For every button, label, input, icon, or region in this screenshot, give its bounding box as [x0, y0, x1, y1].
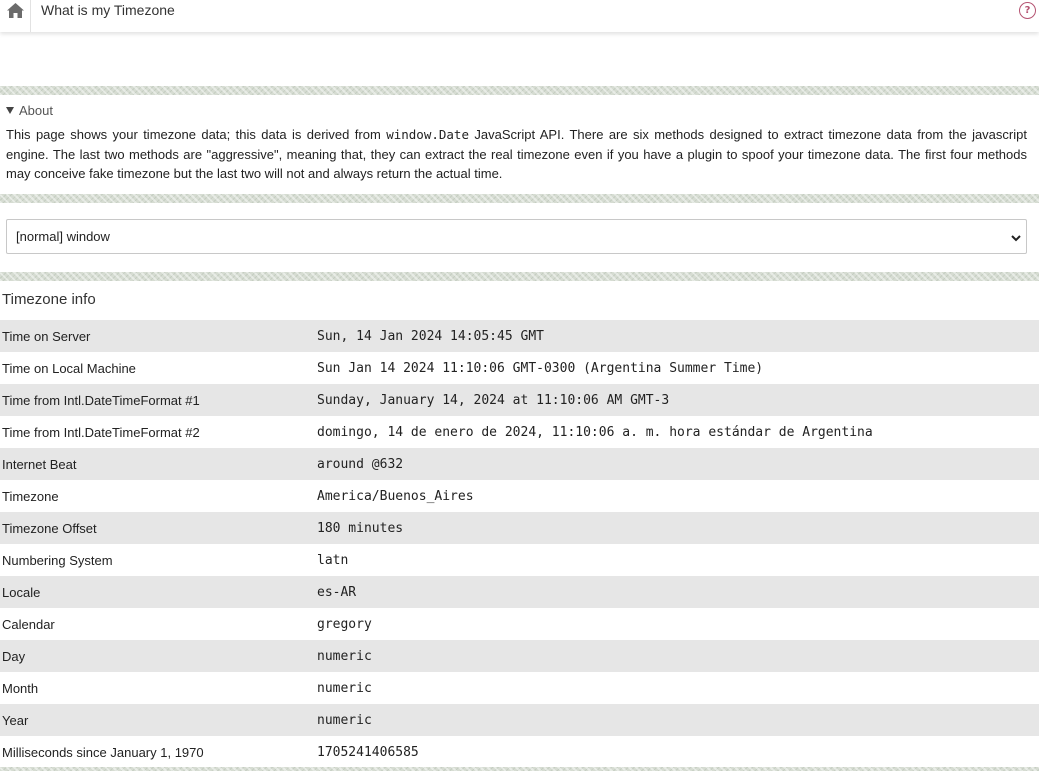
- row-label: Milliseconds since January 1, 1970: [2, 744, 204, 760]
- method-select[interactable]: [normal] window: [6, 219, 1027, 254]
- row-label: Timezone: [2, 488, 59, 504]
- table-row: Time on Local Machine Sun Jan 14 2024 11:…: [0, 352, 1039, 384]
- disclosure-triangle-icon: [6, 107, 14, 114]
- row-value: Sunday, January 14, 2024 at 11:10:06 AM …: [317, 392, 670, 408]
- row-label: Year: [2, 712, 29, 728]
- table-row: Locale es-AR: [0, 576, 1039, 608]
- divider-stripe: [0, 86, 1039, 95]
- method-select-value: [normal] window: [16, 229, 110, 244]
- about-text: This page shows your timezone data; this…: [6, 125, 1027, 184]
- row-value: 1705241406585: [317, 744, 419, 760]
- table-row: Time from Intl.DateTimeFormat #1 Sunday, …: [0, 384, 1039, 416]
- row-label: Time from Intl.DateTimeFormat #1: [2, 392, 200, 408]
- api-code: window.Date: [386, 127, 469, 142]
- row-value: latn: [317, 552, 349, 568]
- divider-stripe: [0, 272, 1039, 281]
- divider-stripe: [0, 767, 1039, 771]
- top-bar: What is my Timezone ?: [0, 0, 1039, 32]
- row-label: Time from Intl.DateTimeFormat #2: [2, 424, 200, 440]
- row-label: Time on Server: [2, 328, 91, 344]
- row-label: Month: [2, 680, 39, 696]
- method-select-box[interactable]: [normal] window: [6, 219, 1027, 254]
- row-value: numeric: [317, 648, 372, 664]
- row-value: Sun, 14 Jan 2024 14:05:45 GMT: [317, 328, 544, 344]
- page-title: What is my Timezone: [41, 2, 175, 18]
- row-label: Locale: [2, 584, 41, 600]
- table-row: Time on Server Sun, 14 Jan 2024 14:05:45 …: [0, 320, 1039, 352]
- help-button[interactable]: ?: [1019, 2, 1036, 19]
- row-value: domingo, 14 de enero de 2024, 11:10:06 a…: [317, 424, 873, 440]
- table-row: Milliseconds since January 1, 1970 170524…: [0, 736, 1039, 768]
- home-icon: [6, 3, 24, 18]
- row-value: numeric: [317, 712, 372, 728]
- table-row: Time from Intl.DateTimeFormat #2 domingo,…: [0, 416, 1039, 448]
- table-row: Day numeric: [0, 640, 1039, 672]
- row-value: gregory: [317, 616, 372, 632]
- row-label: Day: [2, 648, 26, 664]
- row-label: Timezone Offset: [2, 520, 97, 536]
- chevron-down-icon: [1011, 235, 1021, 242]
- table-row: Timezone America/Buenos_Aires: [0, 480, 1039, 512]
- table-row: Year numeric: [0, 704, 1039, 736]
- home-button[interactable]: [0, 0, 31, 32]
- row-value: numeric: [317, 680, 372, 696]
- table-row: Timezone Offset 180 minutes: [0, 512, 1039, 544]
- timezone-info-table: Time on Server Sun, 14 Jan 2024 14:05:45 …: [0, 320, 1039, 768]
- about-summary-label: About: [19, 103, 53, 118]
- about-summary[interactable]: About: [6, 102, 1033, 119]
- row-label: Internet Beat: [2, 456, 77, 472]
- row-label: Time on Local Machine: [2, 360, 136, 376]
- timezone-info-title: Timezone info: [2, 291, 96, 308]
- divider-stripe: [0, 194, 1039, 203]
- row-value: America/Buenos_Aires: [317, 488, 474, 504]
- row-label: Calendar: [2, 616, 55, 632]
- table-row: Internet Beat around @632: [0, 448, 1039, 480]
- row-value: around @632: [317, 456, 404, 472]
- table-row: Numbering System latn: [0, 544, 1039, 576]
- about-section: About This page shows your timezone data…: [0, 102, 1039, 184]
- row-label: Numbering System: [2, 552, 113, 568]
- table-row: Calendar gregory: [0, 608, 1039, 640]
- row-value: es-AR: [317, 584, 357, 600]
- row-value: 180 minutes: [317, 520, 404, 536]
- row-value: Sun Jan 14 2024 11:10:06 GMT-0300 (Argen…: [317, 360, 764, 376]
- table-row: Month numeric: [0, 672, 1039, 704]
- about-text-intro: This page shows your timezone data; this…: [6, 127, 387, 142]
